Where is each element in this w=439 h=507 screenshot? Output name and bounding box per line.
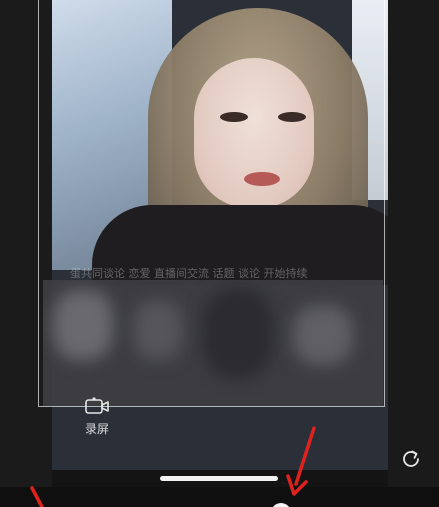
annotation-arrow-left bbox=[30, 486, 44, 507]
bottom-bar bbox=[0, 487, 439, 507]
screen-record-label: 录屏 bbox=[84, 422, 109, 436]
screen-record-icon bbox=[85, 397, 109, 414]
preview-frame bbox=[38, 0, 385, 407]
refresh-icon bbox=[403, 450, 419, 467]
right-margin bbox=[388, 0, 439, 507]
screen-record-button[interactable]: 录屏 bbox=[80, 396, 114, 446]
screen: 蛋共同谈论 恋爱 直播间交流 话题 谈论 开始持续 录屏 bbox=[0, 0, 439, 507]
refresh-button[interactable] bbox=[396, 444, 426, 474]
annotation-arrow-right bbox=[286, 426, 316, 496]
home-indicator[interactable] bbox=[160, 476, 278, 481]
